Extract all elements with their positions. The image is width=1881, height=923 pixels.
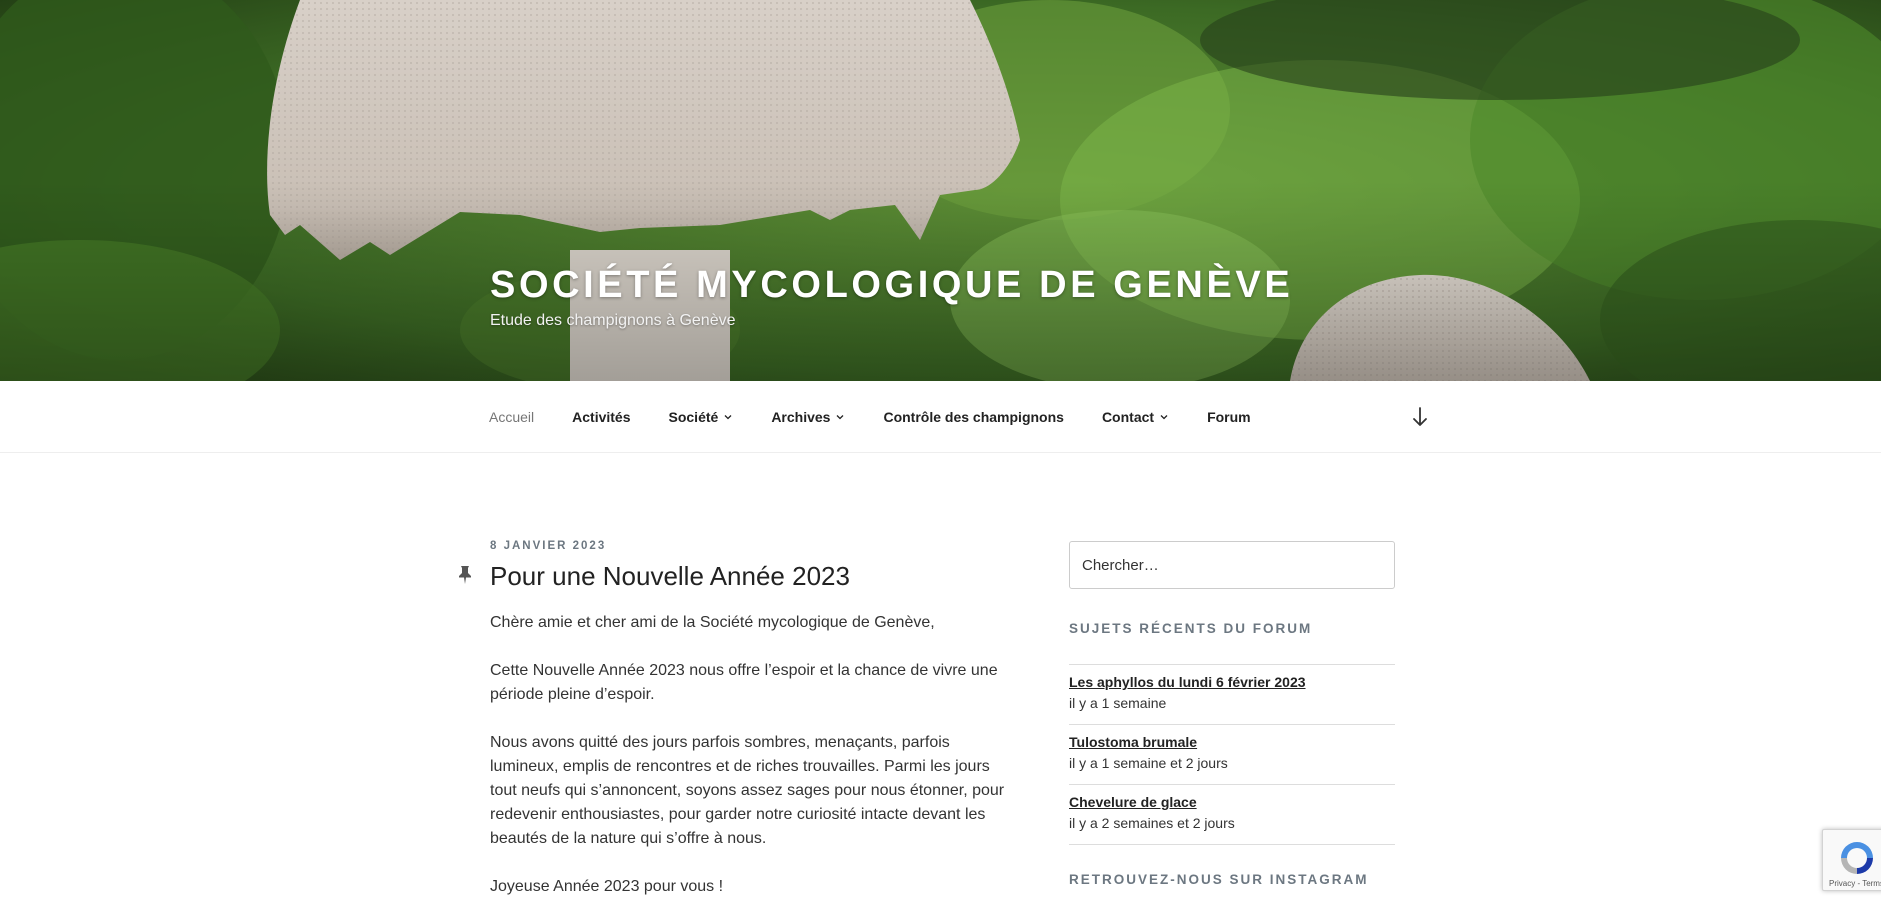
site-branding: SOCIÉTÉ MYCOLOGIQUE DE GENÈVE Etude des … (490, 262, 1293, 330)
nav-item-activites[interactable]: Activités (553, 409, 649, 425)
site-tagline: Etude des champignons à Genève (490, 312, 736, 329)
post-content: Chère amie et cher ami de la Société myc… (490, 611, 1020, 899)
pin-icon (459, 566, 471, 584)
recaptcha-terms[interactable]: Privacy - Terms (1829, 879, 1881, 888)
nav-item-label: Activités (572, 409, 631, 425)
forum-topic-time: il y a 1 semaine et 2 jours (1069, 755, 1228, 771)
nav-item-societe[interactable]: Société (650, 409, 753, 425)
chevron-down-icon (1160, 415, 1168, 420)
instagram-widget-title: RETROUVEZ-NOUS SUR INSTAGRAM (1069, 872, 1369, 887)
post-paragraph: Joyeuse Année 2023 pour vous ! (490, 878, 724, 895)
post-paragraph: Cette Nouvelle Année 2023 nous offre l’e… (490, 662, 998, 703)
chevron-down-icon (724, 415, 732, 420)
nav-item-controle[interactable]: Contrôle des champignons (864, 409, 1082, 425)
chevron-down-icon (837, 415, 844, 420)
forum-topic-link[interactable]: Chevelure de glace (1069, 793, 1395, 812)
recaptcha-icon (1841, 842, 1873, 874)
instagram-widget: RETROUVEZ-NOUS SUR INSTAGRAM (1069, 872, 1395, 887)
nav-item-label: Contact (1101, 409, 1155, 425)
sidebar: SUJETS RÉCENTS DU FORUM Les aphyllos du … (1069, 541, 1395, 887)
nav-item-label: Forum (1207, 409, 1251, 425)
post-paragraph: Nous avons quitté des jours parfois somb… (490, 734, 1005, 847)
site-title[interactable]: SOCIÉTÉ MYCOLOGIQUE DE GENÈVE (490, 262, 1293, 308)
forum-topic-time: il y a 2 semaines et 2 jours (1069, 815, 1235, 831)
nav-item-label: Accueil (489, 409, 535, 425)
nav-item-forum[interactable]: Forum (1188, 409, 1270, 425)
list-item: Tulostoma brumale il y a 1 semaine et 2 … (1069, 725, 1395, 785)
post-title[interactable]: Pour une Nouvelle Année 2023 (490, 559, 1020, 593)
nav-item-contact[interactable]: Contact (1083, 409, 1188, 425)
list-item: Chevelure de glace il y a 2 semaines et … (1069, 785, 1395, 845)
nav-menu: Accueil Activités Société Archives Contr… (470, 381, 1270, 453)
nav-item-label: Société (668, 409, 719, 425)
nav-item-label: Archives (771, 409, 831, 425)
forum-topic-link[interactable]: Tulostoma brumale (1069, 733, 1395, 752)
nav-item-archives[interactable]: Archives (752, 409, 864, 425)
recaptcha-badge[interactable]: Privacy - Terms (1822, 829, 1881, 891)
forum-topic-time: il y a 1 semaine (1069, 695, 1167, 711)
site-header: SOCIÉTÉ MYCOLOGIQUE DE GENÈVE Etude des … (0, 0, 1881, 381)
forum-topic-list: Les aphyllos du lundi 6 février 2023 il … (1069, 664, 1395, 845)
list-item: Les aphyllos du lundi 6 février 2023 il … (1069, 665, 1395, 725)
nav-item-label: Contrôle des champignons (883, 409, 1064, 425)
post-date[interactable]: 8 JANVIER 2023 (490, 540, 1020, 552)
post-paragraph: Chère amie et cher ami de la Société myc… (490, 614, 935, 631)
arrow-down-icon[interactable] (1410, 405, 1430, 429)
forum-widget-title: SUJETS RÉCENTS DU FORUM (1069, 621, 1313, 636)
search-input[interactable] (1069, 541, 1395, 589)
sticky-post: 8 JANVIER 2023 Pour une Nouvelle Année 2… (459, 540, 1020, 923)
forum-topic-link[interactable]: Les aphyllos du lundi 6 février 2023 (1069, 673, 1395, 692)
post-header: Pour une Nouvelle Année 2023 (459, 559, 1020, 593)
nav-item-accueil[interactable]: Accueil (470, 409, 553, 425)
forum-widget: SUJETS RÉCENTS DU FORUM Les aphyllos du … (1069, 621, 1395, 845)
main-navigation: Accueil Activités Société Archives Contr… (0, 381, 1881, 453)
